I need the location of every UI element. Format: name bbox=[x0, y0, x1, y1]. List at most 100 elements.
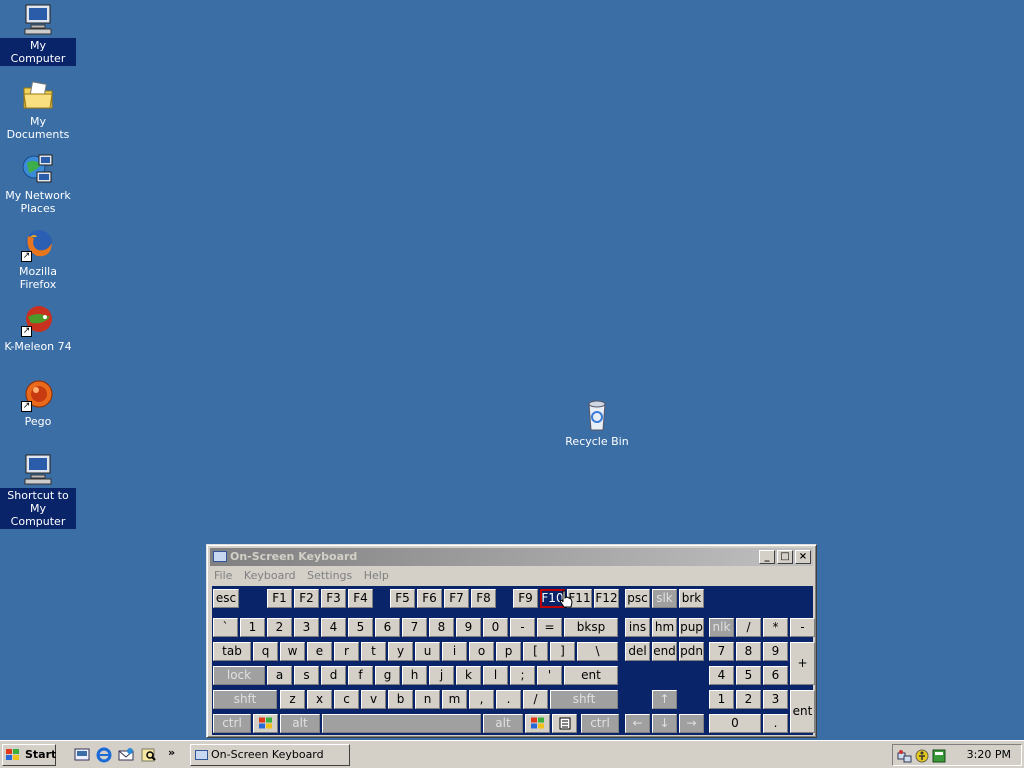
windows-key-right[interactable] bbox=[525, 714, 550, 733]
key-top-1[interactable]: q bbox=[253, 642, 278, 661]
key-bottom-14[interactable]: 3 bbox=[763, 690, 788, 709]
key-top-20[interactable]: + bbox=[790, 642, 815, 685]
up-arrow-key[interactable]: ↑ bbox=[652, 690, 677, 709]
start-button[interactable]: Start bbox=[2, 744, 56, 766]
key-num-1[interactable]: 1 bbox=[240, 618, 265, 637]
application-tray-icon[interactable] bbox=[931, 748, 947, 764]
key-top-8[interactable]: i bbox=[442, 642, 467, 661]
on-screen-keyboard-window[interactable]: On-Screen Keyboard _ □ × File Keyboard S… bbox=[206, 544, 817, 738]
key-num-12[interactable]: = bbox=[537, 618, 562, 637]
key-home-10[interactable]: ; bbox=[510, 666, 535, 685]
menu-help[interactable]: Help bbox=[360, 567, 393, 582]
key-num-20[interactable]: - bbox=[790, 618, 815, 637]
maximize-button[interactable]: □ bbox=[777, 550, 793, 564]
key-home-9[interactable]: l bbox=[483, 666, 508, 685]
key-bottom-6[interactable]: n bbox=[415, 690, 440, 709]
key-bottom-10[interactable]: / bbox=[523, 690, 548, 709]
key-num-10[interactable]: 0 bbox=[483, 618, 508, 637]
key-bottom-0[interactable]: shft bbox=[213, 690, 277, 709]
key-num-8[interactable]: 8 bbox=[429, 618, 454, 637]
key-fn-5[interactable]: F5 bbox=[390, 589, 415, 608]
desktop-icon-my-documents[interactable]: My Documents bbox=[0, 78, 76, 142]
key-fn-1[interactable]: F1 bbox=[267, 589, 292, 608]
desktop-icon-shortcut-my-computer[interactable]: Shortcut to My Computer bbox=[0, 452, 76, 529]
key-home-12[interactable]: ent bbox=[564, 666, 618, 685]
key-home-2[interactable]: s bbox=[294, 666, 319, 685]
key-top-4[interactable]: r bbox=[334, 642, 359, 661]
key-top-19[interactable]: 9 bbox=[763, 642, 788, 661]
key-fn-3[interactable]: F3 bbox=[321, 589, 346, 608]
key-fn-14[interactable]: slk bbox=[652, 589, 677, 608]
key-home-11[interactable]: ' bbox=[537, 666, 562, 685]
key-fn-13[interactable]: psc bbox=[625, 589, 650, 608]
key-bottom-4[interactable]: v bbox=[361, 690, 386, 709]
key-fn-4[interactable]: F4 bbox=[348, 589, 373, 608]
key-home-6[interactable]: h bbox=[402, 666, 427, 685]
key-num-16[interactable]: pup bbox=[679, 618, 704, 637]
close-button[interactable]: × bbox=[795, 550, 811, 564]
key-fn-8[interactable]: F8 bbox=[471, 589, 496, 608]
key-num-13[interactable]: bksp bbox=[564, 618, 618, 637]
key-num-9[interactable]: 9 bbox=[456, 618, 481, 637]
show-desktop-icon[interactable] bbox=[74, 747, 90, 763]
taskbar-item-on-screen-keyboard[interactable]: On-Screen Keyboard bbox=[190, 744, 350, 766]
key-fn-12[interactable]: F12 bbox=[594, 589, 619, 608]
key-num-14[interactable]: ins bbox=[625, 618, 650, 637]
desktop-icon-network-places[interactable]: My Network Places bbox=[0, 152, 76, 216]
key-home-4[interactable]: f bbox=[348, 666, 373, 685]
accessibility-icon[interactable] bbox=[914, 748, 930, 764]
desktop-icon-firefox[interactable]: ↗ Mozilla Firefox bbox=[0, 228, 76, 292]
key-bottom-1[interactable]: z bbox=[280, 690, 305, 709]
network-status-icon[interactable] bbox=[897, 748, 913, 764]
outlook-express-icon[interactable] bbox=[118, 747, 134, 763]
right-arrow-key[interactable]: → bbox=[679, 714, 704, 733]
key-fn-6[interactable]: F6 bbox=[417, 589, 442, 608]
key-num-6[interactable]: 6 bbox=[375, 618, 400, 637]
key-fn-0[interactable]: esc bbox=[213, 589, 239, 608]
key-num-0[interactable]: ` bbox=[213, 618, 238, 637]
key-top-18[interactable]: 8 bbox=[736, 642, 761, 661]
key-fn-9[interactable]: F9 bbox=[513, 589, 538, 608]
key-space-2[interactable]: alt bbox=[483, 714, 523, 733]
menu-keyboard[interactable]: Keyboard bbox=[240, 567, 300, 582]
key-bottom-12[interactable]: 1 bbox=[709, 690, 734, 709]
key-space-0[interactable]: ctrl bbox=[213, 714, 251, 733]
key-bottom-2[interactable]: x bbox=[307, 690, 332, 709]
key-bottom-9[interactable]: . bbox=[496, 690, 521, 709]
key-bottom-8[interactable]: , bbox=[469, 690, 494, 709]
window-titlebar[interactable]: On-Screen Keyboard _ □ × bbox=[210, 548, 813, 566]
menu-settings[interactable]: Settings bbox=[303, 567, 356, 582]
key-num-17[interactable]: nlk bbox=[709, 618, 734, 637]
key-top-3[interactable]: e bbox=[307, 642, 332, 661]
menu-key[interactable] bbox=[552, 714, 577, 733]
key-top-0[interactable]: tab bbox=[213, 642, 251, 661]
quick-launch-chevron-icon[interactable]: » bbox=[168, 746, 175, 759]
key-space-3[interactable]: ctrl bbox=[581, 714, 619, 733]
key-top-2[interactable]: w bbox=[280, 642, 305, 661]
key-home-3[interactable]: d bbox=[321, 666, 346, 685]
key-num-19[interactable]: * bbox=[763, 618, 788, 637]
key-top-12[interactable]: ] bbox=[550, 642, 575, 661]
key-top-17[interactable]: 7 bbox=[709, 642, 734, 661]
key-top-7[interactable]: u bbox=[415, 642, 440, 661]
key-space-4[interactable]: 0 bbox=[709, 714, 761, 733]
key-home-8[interactable]: k bbox=[456, 666, 481, 685]
windows-key-left[interactable] bbox=[253, 714, 278, 733]
clock[interactable]: 3:20 PM bbox=[967, 745, 1011, 765]
desktop-icon-my-computer[interactable]: My Computer bbox=[0, 2, 76, 66]
key-home-0[interactable]: lock bbox=[213, 666, 265, 685]
key-bottom-3[interactable]: c bbox=[334, 690, 359, 709]
key-bottom-13[interactable]: 2 bbox=[736, 690, 761, 709]
key-top-11[interactable]: [ bbox=[523, 642, 548, 661]
key-home-7[interactable]: j bbox=[429, 666, 454, 685]
key-bottom-11[interactable]: shft bbox=[550, 690, 618, 709]
key-top-10[interactable]: p bbox=[496, 642, 521, 661]
key-fn-2[interactable]: F2 bbox=[294, 589, 319, 608]
key-bottom-5[interactable]: b bbox=[388, 690, 413, 709]
key-num-18[interactable]: / bbox=[736, 618, 761, 637]
key-fn-15[interactable]: brk bbox=[679, 589, 704, 608]
key-space-1[interactable]: alt bbox=[280, 714, 320, 733]
key-fn-7[interactable]: F7 bbox=[444, 589, 469, 608]
key-top-9[interactable]: o bbox=[469, 642, 494, 661]
desktop-icon-kmeleon[interactable]: ↗ K-Meleon 74 bbox=[0, 303, 76, 354]
